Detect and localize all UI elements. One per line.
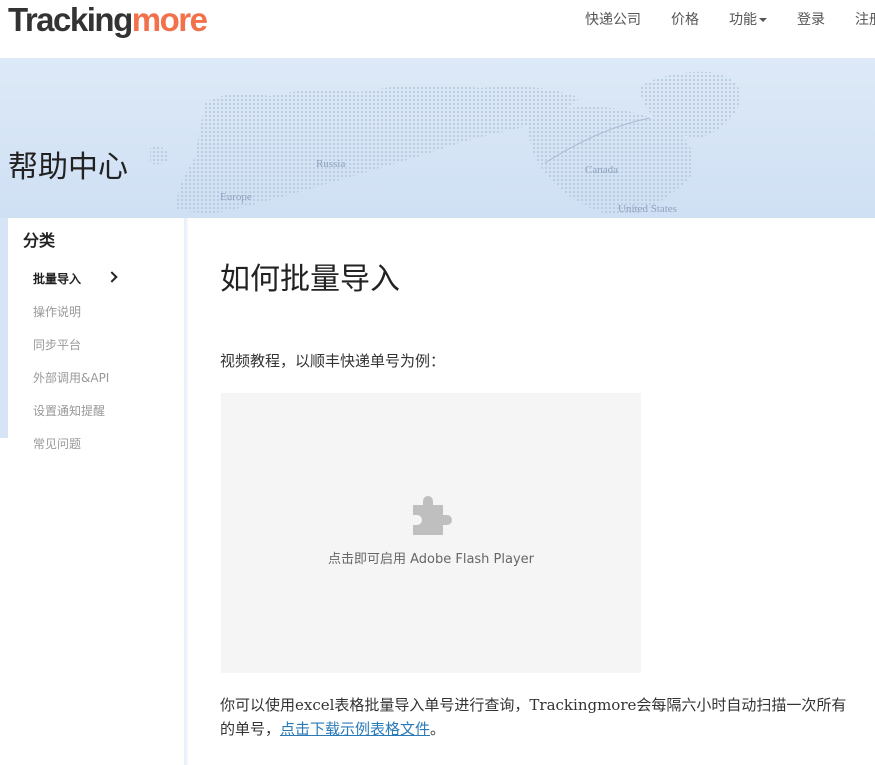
sidebar-accent-strip [0,218,8,438]
sidebar-item-bulk-import[interactable]: 批量导入 [33,270,81,288]
nav-register[interactable]: 注册 [855,10,875,30]
article-title: 如何批量导入 [220,262,400,297]
nav-features-label: 功能 [729,12,757,28]
caret-down-icon [759,18,767,22]
logo-part1: Tracking [8,1,133,38]
flash-enable-label: 点击即可启用 Adobe Flash Player [327,552,535,567]
sidebar-item-instructions[interactable]: 操作说明 [33,303,81,321]
nav-features[interactable]: 功能 [729,10,767,30]
world-map-graphic [150,71,741,215]
logo[interactable]: Trackingmore [8,0,208,40]
logo-part2: more [131,1,208,38]
map-label-russia: Russia [316,158,346,170]
nav-pricing[interactable]: 价格 [671,10,699,30]
nav-login[interactable]: 登录 [797,10,825,30]
sidebar-item-faq[interactable]: 常见问题 [33,435,81,453]
category-title: 分类 [23,231,56,250]
article-content: 如何批量导入 视频教程，以顺丰快递单号为例： 点击即可启用 Adobe Flas… [188,218,875,765]
category-sidebar: 分类 批量导入 操作说明 同步平台 外部调用&API 设置通知提醒 常见问题 [8,218,188,765]
download-sample-link[interactable]: 点击下载示例表格文件 [280,720,430,738]
map-label-europe: Europe [220,191,252,203]
sidebar-item-notifications[interactable]: 设置通知提醒 [33,402,105,420]
chevron-right-icon [106,271,118,283]
nav-couriers[interactable]: 快递公司 [585,10,641,30]
puzzle-icon [413,496,452,535]
sidebar-item-sync-platform[interactable]: 同步平台 [33,336,81,354]
top-header: Trackingmore 快递公司 价格 功能 登录 注册 [0,0,875,58]
video-intro-text: 视频教程，以顺丰快递单号为例： [220,352,446,370]
sidebar-item-api[interactable]: 外部调用&API [33,369,109,387]
flash-player-placeholder[interactable]: 点击即可启用 Adobe Flash Player [221,393,641,673]
map-label-canada: Canada [585,164,618,176]
map-label-us: United States [618,203,677,215]
help-banner: Russia Europe Canada United States [0,58,875,218]
body-text-end: 。 [430,720,446,738]
article-body: 你可以使用excel表格批量导入单号进行查询，Trackingmore会每隔六小… [220,693,860,741]
page-heading: 帮助中心 [8,150,128,185]
